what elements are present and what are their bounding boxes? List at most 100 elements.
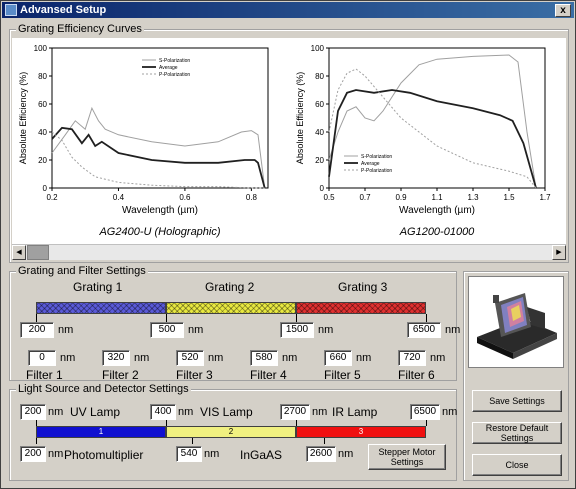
x-tick-label: 0.6 bbox=[179, 193, 191, 202]
filter-6-label: Filter 6 bbox=[398, 368, 435, 382]
x-axis-label: Wavelength (µm) bbox=[399, 205, 475, 216]
filter-2-label: Filter 2 bbox=[102, 368, 139, 382]
chart-ag2400: 0 20 40 60 80 100 0.2 0.4 0.6 0.8 Wavelength (µm) A… bbox=[18, 44, 269, 238]
legend-label: Average bbox=[159, 65, 178, 71]
light-group-title: Light Source and Detector Settings bbox=[16, 382, 191, 396]
segment-2-label: 2 bbox=[228, 427, 234, 436]
segment-3-bar[interactable]: 3 bbox=[296, 426, 426, 438]
close-button[interactable]: Close bbox=[472, 454, 562, 476]
filter-4-label: Filter 4 bbox=[250, 368, 287, 382]
segment-3-label: 3 bbox=[358, 427, 364, 436]
detector-boundary-2-unit: nm bbox=[204, 448, 220, 460]
monochromator-image bbox=[477, 293, 557, 359]
restore-defaults-button[interactable]: Restore Default Settings bbox=[472, 422, 562, 444]
filter-4-input[interactable]: 580 bbox=[250, 350, 278, 366]
device-photo bbox=[468, 276, 564, 368]
grating-boundary-1-input[interactable]: 200 bbox=[20, 322, 54, 338]
x-tick-label: 0.9 bbox=[395, 193, 407, 202]
legend-label: P-Polarization bbox=[361, 168, 392, 174]
x-tick-label: 1.7 bbox=[539, 193, 551, 202]
detector-boundary-1-input[interactable]: 200 bbox=[20, 446, 46, 462]
y-tick-label: 100 bbox=[34, 44, 48, 53]
lamp-boundary-1-unit: nm bbox=[48, 406, 64, 418]
window-close-button[interactable]: x bbox=[555, 4, 571, 17]
horizontal-scrollbar[interactable]: ◀ ▶ bbox=[12, 244, 566, 260]
setup-window: Advansed Setup x Grating Efficiency Curv… bbox=[0, 0, 576, 489]
grating-2-bar[interactable] bbox=[166, 302, 296, 314]
grating-boundary-2-input[interactable]: 500 bbox=[150, 322, 184, 338]
scroll-right-arrow[interactable]: ▶ bbox=[552, 245, 566, 260]
ir-lamp-label: IR Lamp bbox=[332, 405, 378, 419]
filter-5-label: Filter 5 bbox=[324, 368, 361, 382]
x-tick-label: 0.5 bbox=[323, 193, 335, 202]
grating-boundary-4-unit: nm bbox=[445, 324, 461, 336]
detector-tick-1 bbox=[36, 438, 37, 444]
grating-1-bar[interactable] bbox=[36, 302, 166, 314]
grating-boundary-3-unit: nm bbox=[318, 324, 334, 336]
grating-3-label: Grating 3 bbox=[338, 280, 388, 294]
lamp-boundary-1-input[interactable]: 200 bbox=[20, 404, 46, 420]
lamp-tick-4 bbox=[426, 420, 427, 426]
filter-1-input[interactable]: 0 bbox=[28, 350, 56, 366]
y-tick-label: 0 bbox=[320, 184, 325, 193]
detector-boundary-3-input[interactable]: 2600 bbox=[306, 446, 336, 462]
grating-group: Grating and Filter Settings Grating 1 Gr… bbox=[9, 264, 461, 382]
segment-2-bar[interactable]: 2 bbox=[166, 426, 296, 438]
grating-boundary-4-input[interactable]: 6500 bbox=[407, 322, 441, 338]
legend-label: S-Polarization bbox=[159, 58, 190, 64]
y-tick-label: 20 bbox=[315, 156, 324, 165]
detector-tick-3 bbox=[324, 438, 325, 444]
segment-1-label: 1 bbox=[98, 427, 104, 436]
grating-tick-1 bbox=[36, 314, 37, 322]
y-tick-label: 40 bbox=[315, 128, 324, 137]
legend-label: Average bbox=[361, 161, 380, 167]
legend-label: P-Polarization bbox=[159, 72, 190, 78]
scroll-thumb[interactable] bbox=[27, 245, 49, 260]
lamp-boundary-3-input[interactable]: 2700 bbox=[280, 404, 310, 420]
y-axis-label: Absolute Efficiency (%) bbox=[295, 72, 305, 164]
x-tick-label: 0.7 bbox=[359, 193, 371, 202]
detector-boundary-1-unit: nm bbox=[48, 448, 64, 460]
lamp-boundary-3-unit: nm bbox=[312, 406, 328, 418]
detector-boundary-3-unit: nm bbox=[338, 448, 354, 460]
y-axis-label: Absolute Efficiency (%) bbox=[18, 72, 28, 164]
filter-5-input[interactable]: 660 bbox=[324, 350, 352, 366]
y-tick-label: 20 bbox=[38, 156, 47, 165]
lamp-boundary-4-input[interactable]: 6500 bbox=[410, 404, 440, 420]
filter-5-unit: nm bbox=[356, 352, 372, 364]
vis-lamp-label: VIS Lamp bbox=[200, 405, 253, 419]
stepper-motor-settings-button[interactable]: Stepper Motor Settings bbox=[368, 444, 446, 470]
light-group: Light Source and Detector Settings 200 n… bbox=[9, 382, 457, 481]
app-icon bbox=[5, 4, 17, 16]
detector-tick-2 bbox=[192, 438, 193, 444]
curves-panel: 0 20 40 60 80 100 0.2 0.4 0.6 0.8 Wavelength (µm) A… bbox=[12, 38, 566, 244]
filter-2-input[interactable]: 320 bbox=[102, 350, 130, 366]
grating-tick-4 bbox=[426, 314, 427, 322]
filter-3-label: Filter 3 bbox=[176, 368, 213, 382]
filter-3-input[interactable]: 520 bbox=[176, 350, 204, 366]
x-tick-label: 0.2 bbox=[46, 193, 58, 202]
x-axis-label: Wavelength (µm) bbox=[122, 205, 198, 216]
save-settings-button[interactable]: Save Settings bbox=[472, 390, 562, 412]
window-title: Advansed Setup bbox=[20, 4, 107, 16]
detector-boundary-2-input[interactable]: 540 bbox=[176, 446, 202, 462]
x-tick-label: 0.4 bbox=[113, 193, 125, 202]
filter-6-input[interactable]: 720 bbox=[398, 350, 426, 366]
ingaas-label: InGaAS bbox=[240, 448, 283, 462]
photomultiplier-label: Photomultiplier bbox=[64, 448, 144, 462]
segment-1-bar[interactable]: 1 bbox=[36, 426, 166, 438]
filter-3-unit: nm bbox=[208, 352, 224, 364]
grating-group-title: Grating and Filter Settings bbox=[16, 264, 148, 278]
mount-pin bbox=[493, 295, 499, 303]
grating-boundary-2-unit: nm bbox=[188, 324, 204, 336]
legend-label: S-Polarization bbox=[361, 154, 392, 160]
filter-1-unit: nm bbox=[60, 352, 76, 364]
lamp-boundary-2-input[interactable]: 400 bbox=[150, 404, 176, 420]
curves-group: Grating Efficiency Curves 0 20 40 60 80 100 0.… bbox=[9, 22, 569, 263]
filter-1-label: Filter 1 bbox=[26, 368, 63, 382]
plot-frame bbox=[328, 47, 546, 189]
scroll-left-arrow[interactable]: ◀ bbox=[12, 245, 26, 260]
grating-3-bar[interactable] bbox=[296, 302, 426, 314]
right-panel: Save Settings Restore Default Settings C… bbox=[463, 271, 569, 481]
grating-boundary-3-input[interactable]: 1500 bbox=[280, 322, 314, 338]
